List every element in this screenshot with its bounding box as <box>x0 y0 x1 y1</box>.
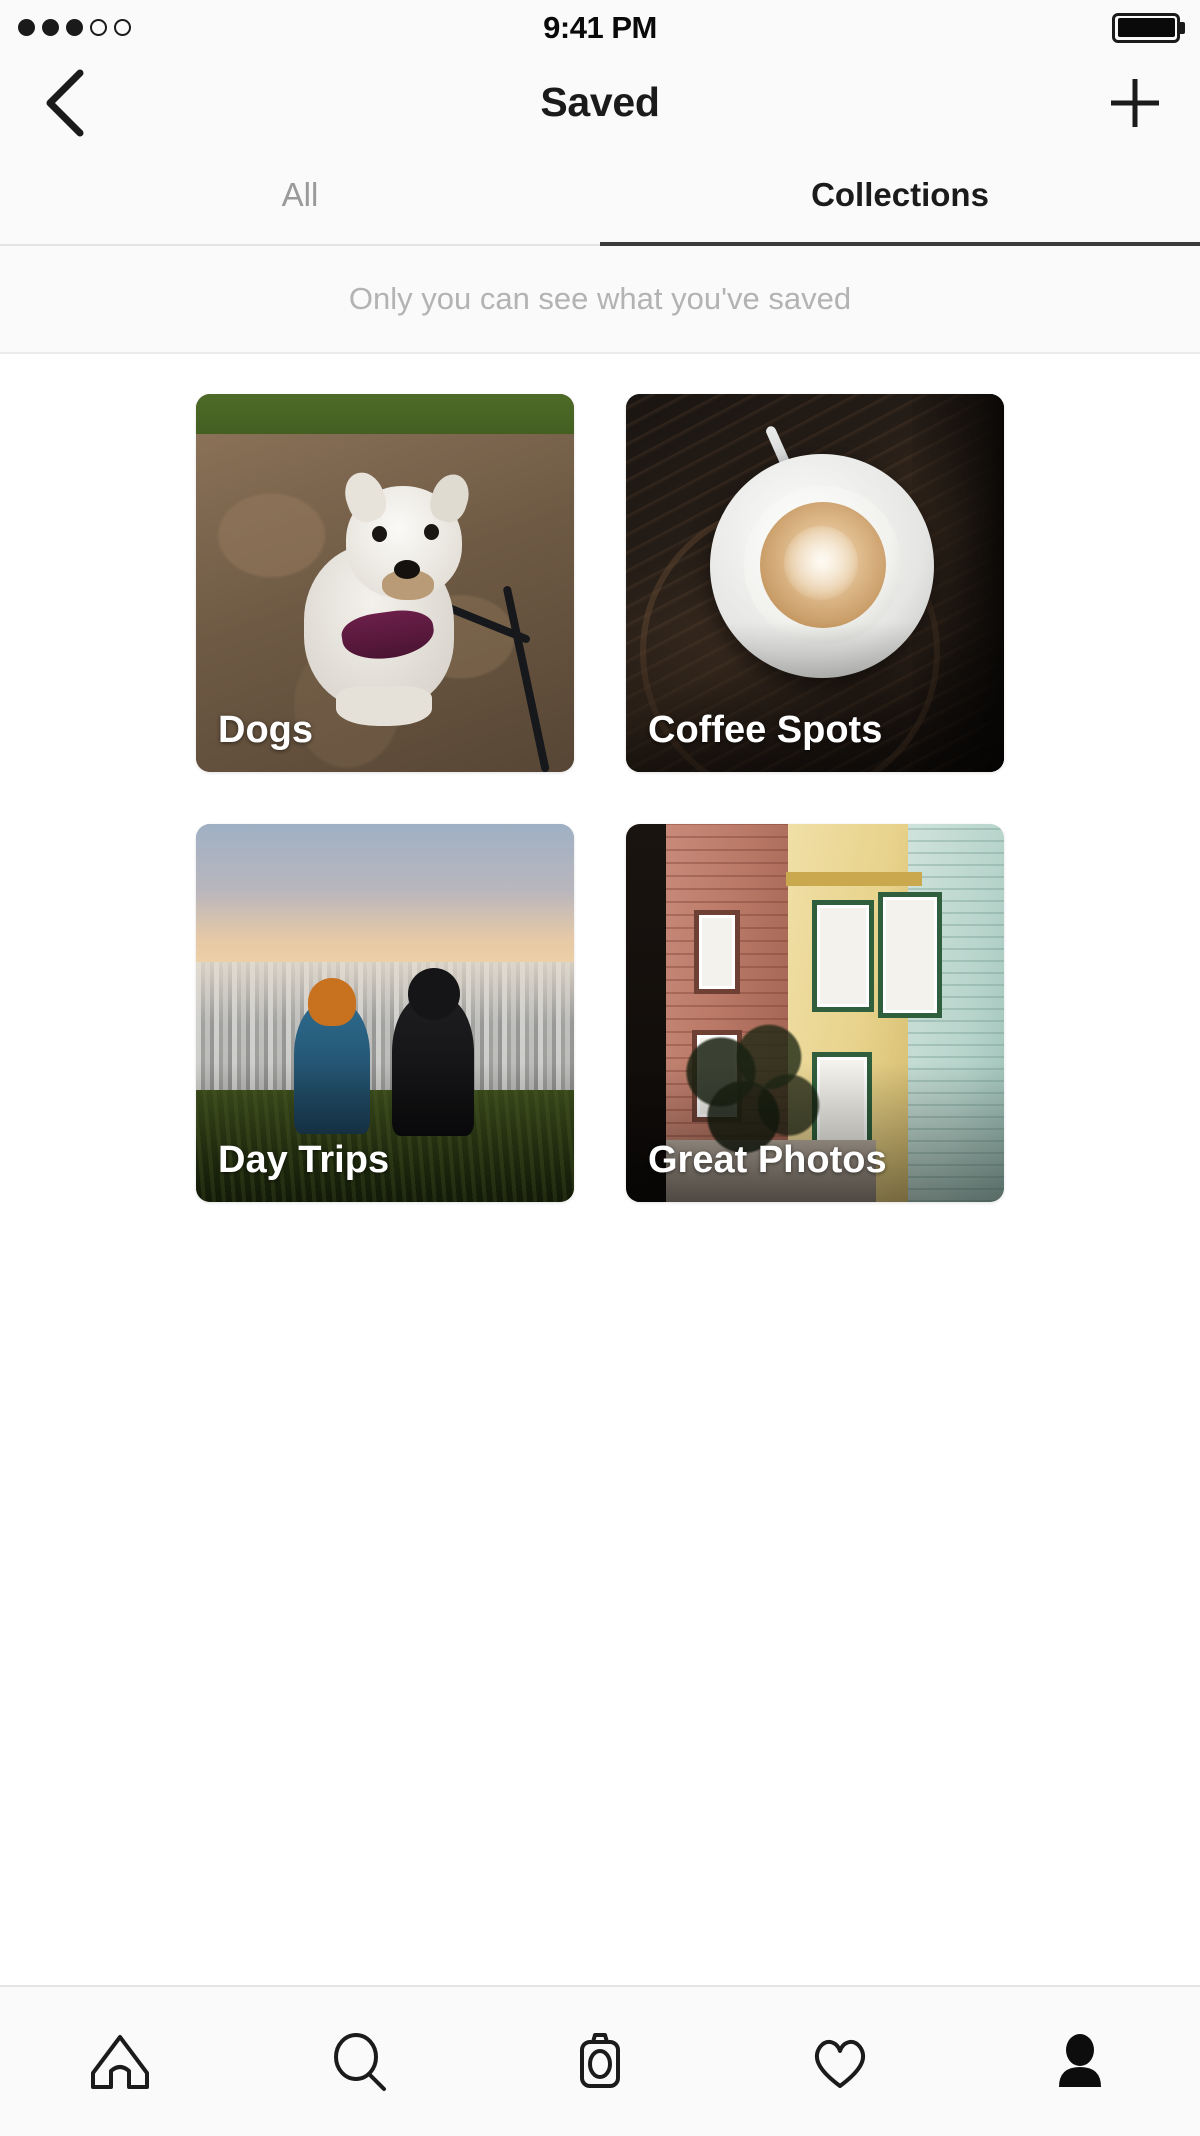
collection-card-day-trips[interactable]: Day Trips <box>196 824 574 1202</box>
page-title: Saved <box>540 79 660 125</box>
dusk-sky <box>196 824 574 972</box>
camera-icon <box>580 2032 620 2088</box>
status-bar: 9:41 PM <box>0 0 1200 55</box>
nav-search-button[interactable] <box>270 1986 450 2136</box>
latte-art <box>784 526 858 600</box>
collection-card-coffee-spots[interactable]: Coffee Spots <box>626 394 1004 772</box>
privacy-info-banner: Only you can see what you've saved <box>0 246 1200 354</box>
battery-cap <box>1180 21 1185 34</box>
profile-icon <box>1059 2033 1101 2087</box>
plus-icon <box>1111 78 1159 127</box>
collection-card-dogs[interactable]: Dogs <box>196 394 574 772</box>
battery-full-icon <box>1112 12 1185 43</box>
person-right-head <box>408 968 460 1020</box>
nav-camera-button[interactable] <box>510 1986 690 2136</box>
heart-icon <box>814 2039 866 2088</box>
collection-title: Dogs <box>218 709 313 751</box>
back-button[interactable] <box>20 55 110 150</box>
instagram-saved-screen: 9:41 PM Saved All Collections Only you c… <box>0 0 1200 2136</box>
tab-all[interactable]: All <box>0 150 600 246</box>
chevron-left-icon <box>46 69 84 136</box>
home-icon <box>91 2034 149 2089</box>
person-left-head <box>308 978 356 1026</box>
dog-eye-right <box>424 524 439 540</box>
nav-home-button[interactable] <box>30 1986 210 2136</box>
yellow-house-trim <box>786 872 922 886</box>
window-yellow-right <box>878 892 942 1018</box>
collection-title: Day Trips <box>218 1139 390 1181</box>
tab-all-label: All <box>281 176 319 213</box>
tab-collections-label: Collections <box>811 176 989 213</box>
city-haze <box>196 962 574 1022</box>
dog-legs <box>336 686 432 726</box>
collection-title: Coffee Spots <box>648 709 883 751</box>
dog-nose <box>394 560 420 579</box>
navigation-bar: Saved <box>0 55 1200 150</box>
saved-tab-bar: All Collections <box>0 150 1200 246</box>
collection-card-great-photos[interactable]: Great Photos <box>626 824 1004 1202</box>
add-collection-button[interactable] <box>1090 55 1180 150</box>
bottom-tab-bar <box>0 1985 1200 2136</box>
search-icon <box>334 2032 386 2091</box>
privacy-info-text: Only you can see what you've saved <box>348 281 852 316</box>
battery-fill <box>1117 18 1175 37</box>
dog-eye-left <box>372 526 387 542</box>
nav-profile-button[interactable] <box>990 1986 1170 2136</box>
tab-collections[interactable]: Collections <box>600 150 1200 246</box>
window-red-upper <box>694 910 740 994</box>
collection-title: Great Photos <box>648 1139 887 1181</box>
status-bar-clock: 9:41 PM <box>543 9 657 45</box>
collections-grid: Dogs Coffee Spots Day Trips Great Photos <box>0 354 1200 1985</box>
window-yellow-left <box>812 900 874 1012</box>
nav-activity-button[interactable] <box>750 1986 930 2136</box>
battery-indicator <box>1112 12 1185 43</box>
